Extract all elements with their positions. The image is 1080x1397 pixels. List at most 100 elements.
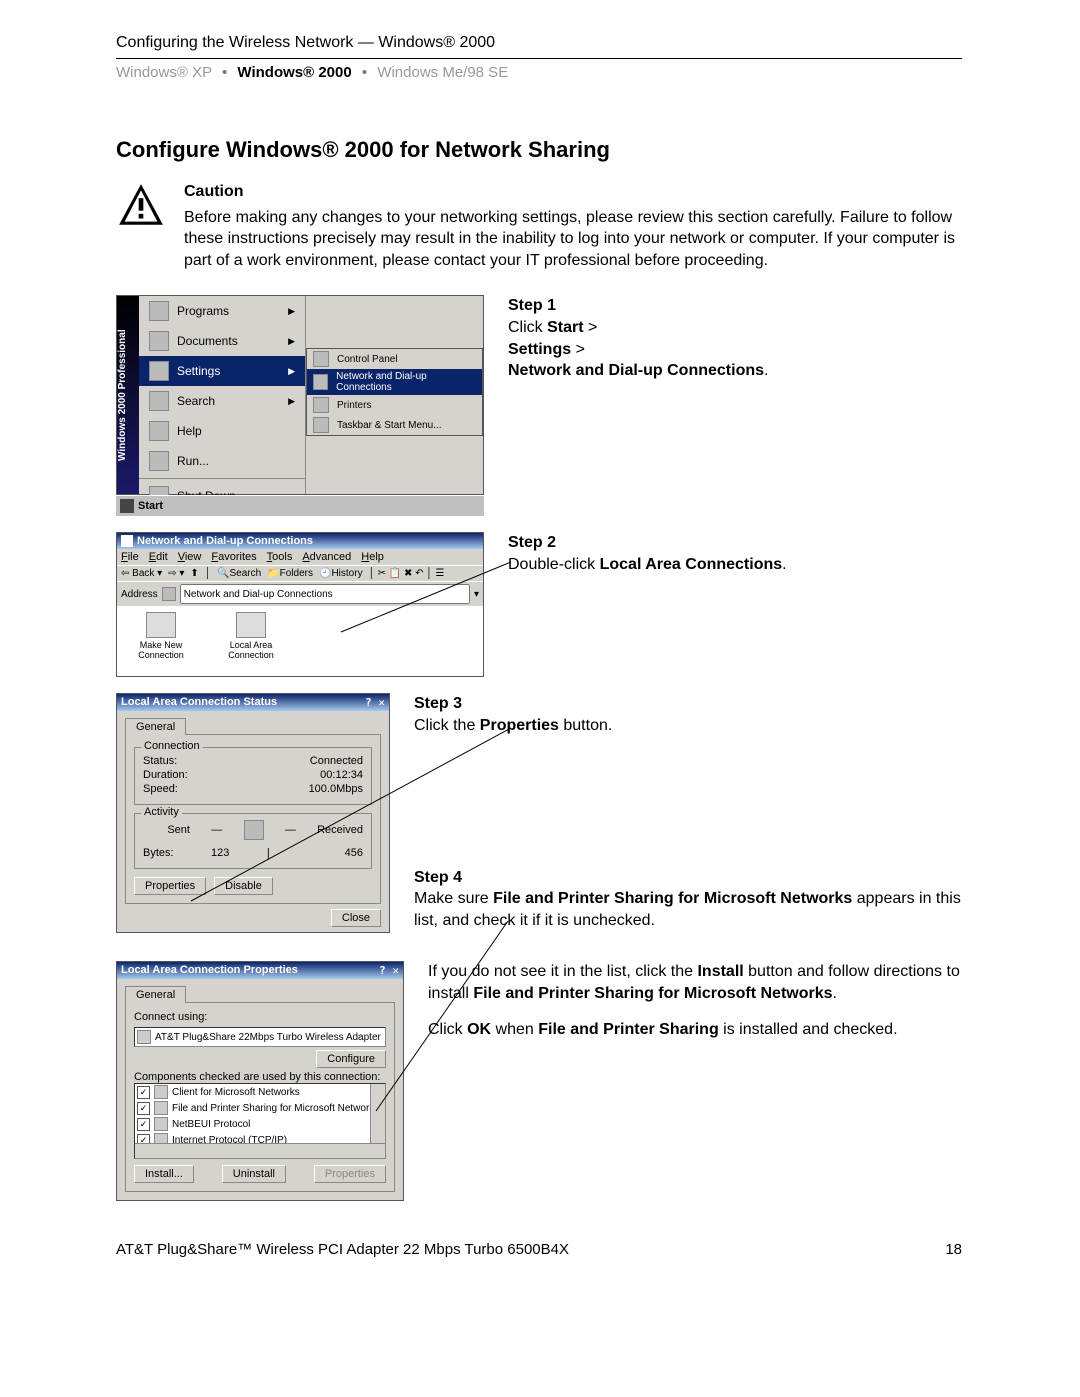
disable-button[interactable]: Disable [214, 877, 273, 895]
list-item[interactable]: ✓NetBEUI Protocol [135, 1116, 385, 1132]
group-connection: Connection [141, 740, 203, 752]
menu-advanced[interactable]: Advanced [302, 551, 351, 563]
footer-page-number: 18 [945, 1241, 962, 1258]
window-title: Network and Dial-up Connections [121, 535, 313, 547]
configure-button[interactable]: Configure [316, 1050, 386, 1068]
step4-heading: Step 4 [414, 869, 462, 886]
app-icon [121, 535, 133, 547]
status-title: Local Area Connection Status [121, 696, 277, 709]
close-button[interactable]: Close [331, 909, 381, 927]
taskbar-icon [313, 417, 329, 433]
menu-help[interactable]: Help [139, 416, 305, 446]
step2-heading: Step 2 [508, 534, 556, 551]
submenu-printers[interactable]: Printers [307, 395, 482, 415]
menu-documents[interactable]: Documents▶ [139, 326, 305, 356]
warning-icon [116, 181, 166, 271]
properties-button[interactable]: Properties [134, 877, 206, 895]
printers-icon [313, 397, 329, 413]
header-path: Configuring the Wireless Network — Windo… [116, 34, 962, 59]
uninstall-button[interactable]: Uninstall [222, 1165, 286, 1183]
activity-icon [244, 820, 264, 840]
tb-folders[interactable]: 📁Folders [267, 568, 313, 579]
tb-history[interactable]: 🕘History [319, 568, 363, 579]
screenshot-properties: Local Area Connection Properties? ✕ Gene… [116, 961, 404, 1201]
toolbar[interactable]: ⇦ Back ▾ ⇨ ▾ ⬆ │ 🔍Search 📁Folders 🕘Histo… [117, 565, 483, 581]
titlebar-buttons[interactable]: ? ✕ [379, 964, 399, 977]
menu-tools[interactable]: Tools [267, 551, 293, 563]
val-recv: 456 [270, 847, 363, 859]
documents-icon [149, 331, 169, 351]
step3-heading: Step 3 [414, 695, 462, 712]
dropdown-icon[interactable]: ▾ [474, 589, 479, 600]
icon-make-new-connection[interactable]: Make New Connection [131, 612, 191, 670]
checkbox[interactable]: ✓ [137, 1118, 150, 1131]
tb-fwd[interactable]: ⇨ ▾ [168, 568, 184, 579]
addr-label: Address [121, 589, 158, 600]
adapter-icon [137, 1030, 151, 1044]
titlebar-buttons[interactable]: ? ✕ [365, 696, 385, 709]
lbl-bytes: Bytes: [143, 847, 174, 859]
lbl-status: Status: [143, 755, 177, 767]
lbl-sent: Sent [167, 824, 190, 836]
submenu-taskbar[interactable]: Taskbar & Start Menu... [307, 415, 482, 435]
adapter-name: AT&T Plug&Share 22Mbps Turbo Wireless Ad… [155, 1032, 381, 1043]
checkbox[interactable]: ✓ [137, 1086, 150, 1099]
menu-file[interactable]: File [121, 551, 139, 563]
val-sent: 123 [174, 847, 267, 859]
crumb-me98: Windows Me/98 SE [377, 64, 508, 81]
menu-run[interactable]: Run... [139, 446, 305, 476]
menu-edit[interactable]: Edit [149, 551, 168, 563]
step4-text-a: Make sure File and Printer Sharing for M… [414, 890, 961, 929]
caution-heading: Caution [184, 181, 962, 203]
address-input[interactable] [180, 584, 470, 604]
tab-general[interactable]: General [125, 986, 186, 1003]
menu-view[interactable]: View [178, 551, 202, 563]
tb-back[interactable]: ⇦ Back ▾ [121, 568, 162, 579]
client-icon [154, 1085, 168, 1099]
props-properties-button[interactable]: Properties [314, 1165, 386, 1183]
tab-general[interactable]: General [125, 718, 186, 735]
lbl-components: Components checked are used by this conn… [134, 1071, 386, 1083]
list-item[interactable]: ✓File and Printer Sharing for Microsoft … [135, 1100, 385, 1116]
lbl-received: Received [317, 824, 363, 836]
components-list[interactable]: ✓Client for Microsoft Networks ✓File and… [134, 1083, 386, 1159]
menu-favorites[interactable]: Favorites [211, 551, 256, 563]
search-icon [149, 391, 169, 411]
help-icon [149, 421, 169, 441]
list-item[interactable]: ✓Client for Microsoft Networks [135, 1084, 385, 1100]
page-title: Configure Windows® 2000 for Network Shar… [116, 137, 962, 163]
start-banner: Windows 2000 Professional [117, 296, 139, 494]
icon-local-area-connection[interactable]: Local Area Connection [221, 612, 281, 670]
menu-settings[interactable]: Settings▶ [139, 356, 305, 386]
footer-product: AT&T Plug&Share™ Wireless PCI Adapter 22… [116, 1241, 569, 1258]
checkbox[interactable]: ✓ [137, 1102, 150, 1115]
val-speed: 100.0Mbps [309, 783, 363, 795]
start-button[interactable]: Start [138, 500, 163, 512]
scrollbar-horizontal[interactable] [135, 1143, 385, 1158]
cpanel-icon [313, 351, 329, 367]
screenshot-start-menu: Windows 2000 Professional Programs▶ Docu… [116, 295, 484, 495]
install-button[interactable]: Install... [134, 1165, 194, 1183]
run-icon [149, 451, 169, 471]
lan-icon [236, 612, 266, 638]
step1-heading: Step 1 [508, 297, 556, 314]
screenshot-status: Local Area Connection Status? ✕ General … [116, 693, 390, 933]
menu-search[interactable]: Search▶ [139, 386, 305, 416]
tb-search[interactable]: 🔍Search [217, 568, 261, 579]
step2-text: Double-click Local Area Connections. [508, 556, 787, 573]
submenu-control-panel[interactable]: Control Panel [307, 349, 482, 369]
netbeui-icon [154, 1117, 168, 1131]
caution-body: Before making any changes to your networ… [184, 207, 962, 272]
tb-up-icon[interactable]: ⬆ [190, 568, 198, 579]
menu-programs[interactable]: Programs▶ [139, 296, 305, 326]
scrollbar-vertical[interactable] [370, 1084, 385, 1144]
menubar[interactable]: File Edit View Favorites Tools Advanced … [117, 549, 483, 565]
menu-help[interactable]: Help [361, 551, 384, 563]
folder-icon [162, 587, 176, 601]
step1-text: Click Start > Settings > Network and Dia… [508, 319, 768, 379]
crumb-sep: • [356, 64, 373, 81]
submenu-network-dialup[interactable]: Network and Dial-up Connections [307, 369, 482, 395]
screenshot-explorer: Network and Dial-up Connections File Edi… [116, 532, 484, 677]
crumb-xp: Windows® XP [116, 64, 212, 81]
crumb-2000: Windows® 2000 [237, 64, 351, 81]
